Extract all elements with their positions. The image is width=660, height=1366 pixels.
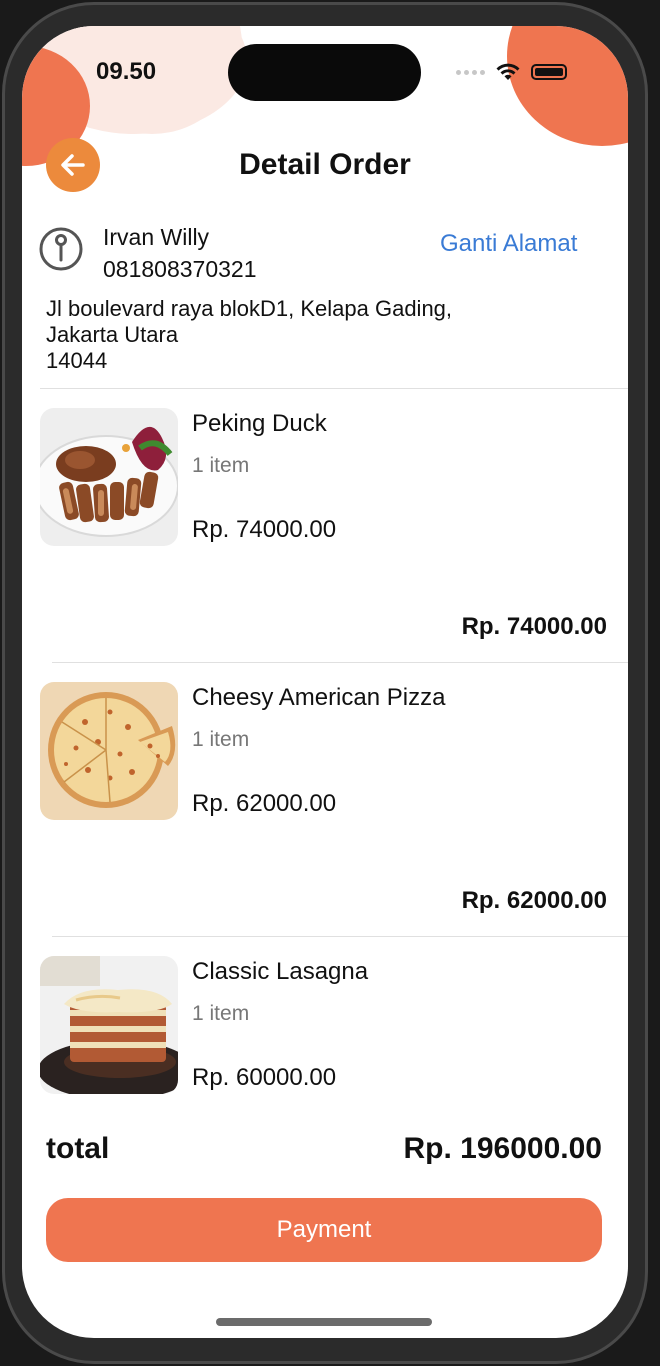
signal-icon [456,69,485,75]
address-line: Jakarta Utara [46,322,179,347]
location-pin-icon [39,227,83,271]
battery-icon [531,64,567,80]
page-title: Detail Order [239,148,411,181]
divider [52,662,628,663]
item-subtotal: Rp. 74000.00 [461,613,607,640]
item-image-peking-duck [40,408,178,546]
address-line: Jl boulevard raya blokD1, Kelapa Gading, [46,296,453,321]
home-indicator[interactable] [216,1318,432,1326]
dynamic-island [228,44,421,101]
status-icons [456,62,567,82]
item-quantity: 1 item [192,728,250,751]
item-name: Cheesy American Pizza [192,684,446,711]
item-subtotal: Rp. 62000.00 [461,887,607,914]
wifi-icon [496,63,520,80]
item-price: Rp. 60000.00 [192,1064,337,1091]
change-address-link[interactable]: Ganti Alamat [440,230,577,258]
divider [40,388,628,389]
item-quantity: 1 item [192,454,250,477]
app-screen: 09.50 Detail Order Irvan Willy 081808370… [22,26,628,1338]
total-label: total [46,1132,110,1165]
item-price: Rp. 74000.00 [192,516,337,543]
address-line: 14044 [46,348,108,373]
status-time: 09.50 [96,58,157,85]
shipping-address: Jl boulevard raya blokD1, Kelapa Gading,… [46,296,452,374]
recipient-name: Irvan Willy [103,224,210,250]
payment-button[interactable]: Payment [46,1198,602,1262]
divider [52,936,628,937]
item-image-cheesy-american-pizza [40,682,178,820]
item-price: Rp. 62000.00 [192,790,337,817]
item-image-classic-lasagna [40,956,178,1094]
item-name: Peking Duck [192,410,327,437]
item-quantity: 1 item [192,1002,250,1025]
decor-blob [507,26,628,146]
total-value: Rp. 196000.00 [403,1132,602,1165]
recipient-phone: 081808370321 [103,256,257,282]
item-name: Classic Lasagna [192,958,369,985]
